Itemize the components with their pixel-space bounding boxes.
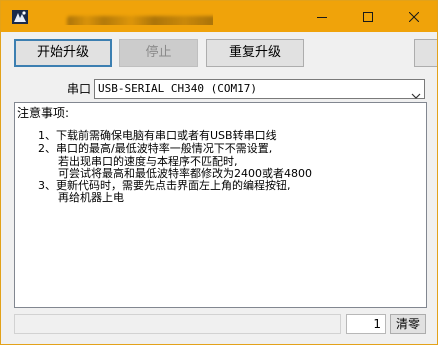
note-line: 再给机器上电 [58,191,124,204]
minimize-button[interactable] [299,1,345,32]
title-redaction [67,16,213,25]
repeat-upgrade-button[interactable]: 重复升级 [206,39,304,67]
notes-title: 注意事项: [17,106,70,120]
notes-textarea[interactable]: 注意事项: 1、下载前需确保电脑有串口或者有USB转串口线 2、串口的最高/最低… [14,102,427,308]
close-icon [409,11,419,22]
close-button[interactable] [391,1,437,32]
serial-port-select[interactable]: USB-SERIAL CH340 (COM17) [94,79,425,99]
maximize-icon [363,11,373,22]
stop-button[interactable]: 停止 [119,39,198,67]
main-window: 开始升级 停止 重复升级 串口 USB-SERIAL CH340 (COM17)… [0,0,438,345]
title-bar[interactable] [1,1,437,32]
maximize-button[interactable] [345,1,391,32]
note-line: 1、下载前需确保电脑有串口或者有USB转串口线 [38,129,277,142]
extra-button[interactable] [414,39,437,67]
clear-button[interactable]: 清零 [390,314,426,334]
serial-port-value: USB-SERIAL CH340 (COM17) [98,82,257,95]
window-title [33,7,213,25]
minimize-icon [317,12,327,22]
app-logo-icon [12,9,28,25]
start-upgrade-button[interactable]: 开始升级 [14,39,112,67]
status-field [14,314,341,334]
note-line: 2、串口的最高/最低波特率一般情况下不需设置, [38,142,273,155]
count-field: 1 [346,314,386,334]
serial-port-label: 串口 [67,82,92,96]
